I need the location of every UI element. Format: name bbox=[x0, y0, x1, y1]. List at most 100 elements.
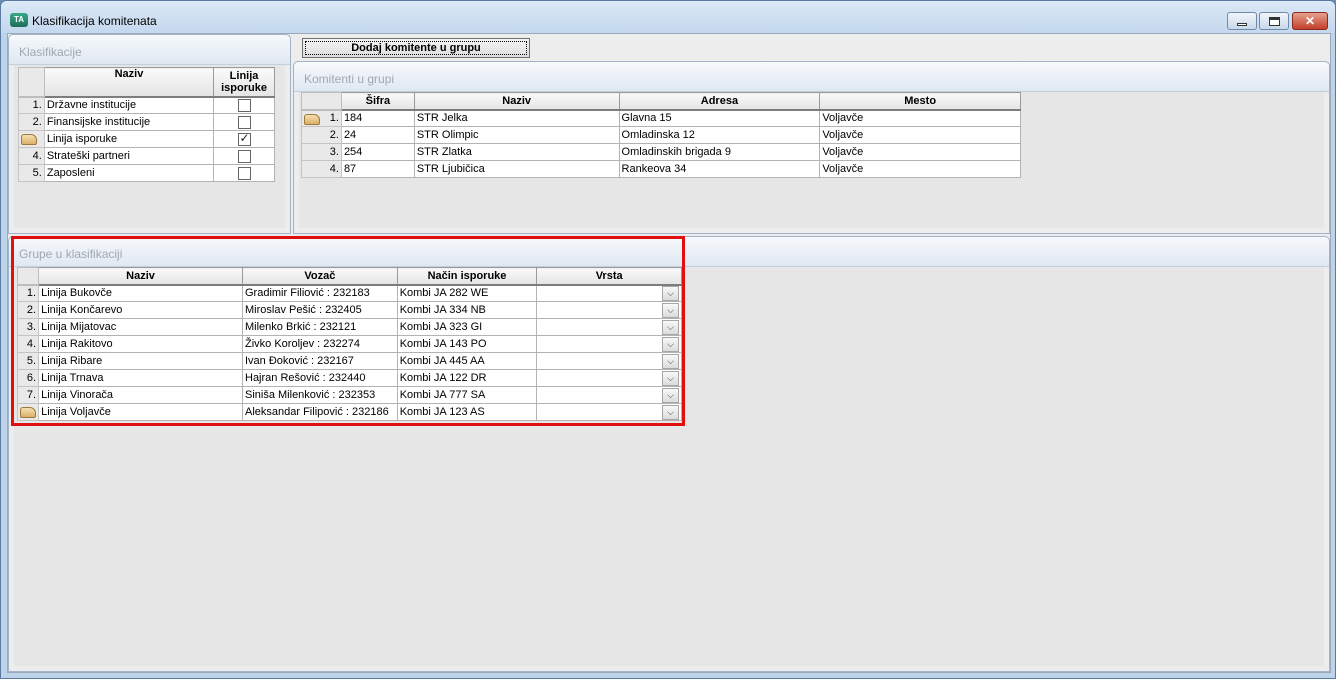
cell-vrsta-dropdown[interactable]: ⌵ bbox=[536, 403, 682, 421]
cell-vozac[interactable]: Hajran Rešović : 232440 bbox=[242, 369, 398, 387]
table-row[interactable]: Linija isporuke ✓ bbox=[18, 130, 275, 148]
cell-adresa[interactable]: Glavna 15 bbox=[618, 109, 821, 127]
cell-vrsta-dropdown[interactable]: ⌵ bbox=[536, 386, 682, 404]
col-header-naziv[interactable]: Naziv bbox=[43, 67, 215, 98]
cell-vozac[interactable]: Miroslav Pešić : 232405 bbox=[242, 301, 398, 319]
cell-vozac[interactable]: Gradimir Filiović : 232183 bbox=[242, 284, 398, 302]
row-number[interactable]: 5. bbox=[16, 352, 40, 370]
cell-nacin-isporuke[interactable]: Kombi JA 323 GI bbox=[396, 318, 538, 336]
cell-adresa[interactable]: Omladinska 12 bbox=[618, 126, 821, 144]
cell-vozac[interactable]: Živko Koroljev : 232274 bbox=[242, 335, 398, 353]
row-number[interactable]: 1. bbox=[18, 96, 45, 114]
row-number[interactable]: 7. bbox=[16, 386, 40, 404]
table-row[interactable]: 1. 184 STR Jelka Glavna 15 Voljavče bbox=[301, 109, 1021, 127]
cell-vrsta-dropdown[interactable]: ⌵ bbox=[536, 335, 682, 353]
table-row[interactable]: 6. Linija Trnava Hajran Rešović : 232440… bbox=[16, 369, 682, 387]
cell-vozac[interactable]: Ivan Đoković : 232167 bbox=[242, 352, 398, 370]
table-row[interactable]: 3. 254 STR Zlatka Omladinskih brigada 9 … bbox=[301, 143, 1021, 161]
cell-adresa[interactable]: Omladinskih brigada 9 bbox=[618, 143, 821, 161]
chevron-down-icon[interactable]: ⌵ bbox=[662, 336, 679, 352]
cell-naziv[interactable]: STR Ljubičica bbox=[413, 160, 620, 178]
cell-vrsta-dropdown[interactable]: ⌵ bbox=[536, 369, 682, 387]
row-number[interactable]: 3. bbox=[16, 318, 40, 336]
cell-linija-isporuke[interactable]: ✓ bbox=[213, 130, 275, 148]
row-number[interactable]: 2. bbox=[16, 301, 40, 319]
cell-nacin-isporuke[interactable]: Kombi JA 282 WE bbox=[396, 284, 538, 302]
row-number[interactable]: 4. bbox=[18, 147, 45, 165]
cell-nacin-isporuke[interactable]: Kombi JA 445 AA bbox=[396, 352, 538, 370]
col-header-sifra[interactable]: Šifra bbox=[340, 92, 415, 111]
chevron-down-icon[interactable]: ⌵ bbox=[662, 302, 679, 318]
table-row[interactable]: 4. Strateški partneri bbox=[18, 147, 275, 165]
table-row[interactable]: Linija Voljavče Aleksandar Filipović : 2… bbox=[16, 403, 682, 421]
cell-mesto[interactable]: Voljavče bbox=[819, 126, 1021, 144]
cell-linija-isporuke[interactable] bbox=[213, 96, 275, 114]
row-number[interactable]: 4. bbox=[301, 160, 342, 178]
cell-sifra[interactable]: 87 bbox=[340, 160, 415, 178]
checkbox[interactable] bbox=[237, 98, 251, 112]
chevron-down-icon[interactable]: ⌵ bbox=[662, 319, 679, 335]
table-row[interactable]: 2. Linija Končarevo Miroslav Pešić : 232… bbox=[16, 301, 682, 319]
cell-vrsta-dropdown[interactable]: ⌵ bbox=[536, 352, 682, 370]
cell-vrsta-dropdown[interactable]: ⌵ bbox=[536, 284, 682, 302]
table-row[interactable]: 3. Linija Mijatovac Milenko Brkić : 2321… bbox=[16, 318, 682, 336]
checkbox[interactable] bbox=[237, 115, 251, 129]
table-row[interactable]: 7. Linija Vinorača Siniša Milenković : 2… bbox=[16, 386, 682, 404]
col-header-vrsta[interactable]: Vrsta bbox=[536, 267, 682, 286]
cell-naziv[interactable]: Linija Bukovče bbox=[38, 284, 243, 302]
cell-linija-isporuke[interactable] bbox=[213, 113, 275, 131]
row-number[interactable]: 6. bbox=[16, 369, 40, 387]
checkbox[interactable] bbox=[237, 166, 251, 180]
cell-nacin-isporuke[interactable]: Kombi JA 334 NB bbox=[396, 301, 538, 319]
table-row[interactable]: 2. 24 STR Olimpic Omladinska 12 Voljavče bbox=[301, 126, 1021, 144]
checkbox[interactable] bbox=[237, 149, 251, 163]
col-header-vozac[interactable]: Vozač bbox=[242, 267, 398, 286]
maximize-button[interactable] bbox=[1259, 12, 1289, 30]
cell-nacin-isporuke[interactable]: Kombi JA 143 PO bbox=[396, 335, 538, 353]
cell-naziv[interactable]: Linija Mijatovac bbox=[38, 318, 243, 336]
table-row[interactable]: 2. Finansijske institucije bbox=[18, 113, 275, 131]
chevron-down-icon[interactable]: ⌵ bbox=[662, 370, 679, 386]
cell-naziv[interactable]: STR Olimpic bbox=[413, 126, 620, 144]
cell-vozac[interactable]: Aleksandar Filipović : 232186 bbox=[242, 403, 398, 421]
chevron-down-icon[interactable]: ⌵ bbox=[662, 285, 679, 301]
cell-vrsta-dropdown[interactable]: ⌵ bbox=[536, 318, 682, 336]
close-button[interactable]: ✕ bbox=[1292, 12, 1328, 30]
title-bar[interactable]: TA Klasifikacija komitenata ✕ bbox=[1, 1, 1335, 33]
table-row[interactable]: 4. 87 STR Ljubičica Rankeova 34 Voljavče bbox=[301, 160, 1021, 178]
table-row[interactable]: 5. Linija Ribare Ivan Đoković : 232167 K… bbox=[16, 352, 682, 370]
cell-sifra[interactable]: 24 bbox=[340, 126, 415, 144]
row-number[interactable]: 2. bbox=[18, 113, 45, 131]
cell-vozac[interactable]: Milenko Brkić : 232121 bbox=[242, 318, 398, 336]
cell-naziv[interactable]: Linija Vinorača bbox=[38, 386, 243, 404]
row-number[interactable]: 4. bbox=[16, 335, 40, 353]
cell-vrsta-dropdown[interactable]: ⌵ bbox=[536, 301, 682, 319]
col-header-adresa[interactable]: Adresa bbox=[618, 92, 821, 111]
cell-linija-isporuke[interactable] bbox=[213, 147, 275, 165]
cell-vozac[interactable]: Siniša Milenković : 232353 bbox=[242, 386, 398, 404]
cell-naziv[interactable]: Linija Voljavče bbox=[38, 403, 243, 421]
cell-linija-isporuke[interactable] bbox=[213, 164, 275, 182]
cell-naziv[interactable]: Linija Rakitovo bbox=[38, 335, 243, 353]
cell-naziv[interactable]: Finansijske institucije bbox=[43, 113, 215, 131]
row-number[interactable]: 3. bbox=[301, 143, 342, 161]
checkbox-checked[interactable]: ✓ bbox=[237, 131, 251, 146]
cell-mesto[interactable]: Voljavče bbox=[819, 143, 1021, 161]
cell-nacin-isporuke[interactable]: Kombi JA 777 SA bbox=[396, 386, 538, 404]
col-header-naziv[interactable]: Naziv bbox=[38, 267, 243, 286]
cell-naziv[interactable]: Linija Končarevo bbox=[38, 301, 243, 319]
row-number-current[interactable] bbox=[18, 130, 45, 148]
cell-naziv[interactable]: Strateški partneri bbox=[43, 147, 215, 165]
cell-sifra[interactable]: 254 bbox=[340, 143, 415, 161]
minimize-button[interactable] bbox=[1227, 12, 1257, 30]
cell-nacin-isporuke[interactable]: Kombi JA 122 DR bbox=[396, 369, 538, 387]
table-row[interactable]: 1. Državne institucije bbox=[18, 96, 275, 114]
col-header-nacin-isporuke[interactable]: Način isporuke bbox=[396, 267, 538, 286]
col-header-mesto[interactable]: Mesto bbox=[819, 92, 1021, 111]
cell-sifra[interactable]: 184 bbox=[340, 109, 415, 127]
cell-naziv[interactable]: Linija isporuke bbox=[43, 130, 215, 148]
cell-naziv[interactable]: Zaposleni bbox=[43, 164, 215, 182]
cell-naziv[interactable]: Linija Ribare bbox=[38, 352, 243, 370]
col-header-linija-isporuke[interactable]: Linija isporuke bbox=[213, 67, 275, 98]
cell-naziv[interactable]: Linija Trnava bbox=[38, 369, 243, 387]
